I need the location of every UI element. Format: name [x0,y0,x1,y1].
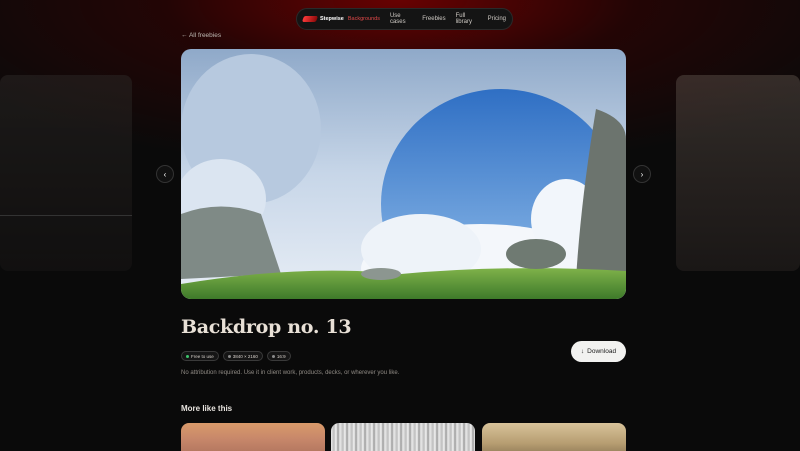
backdrop-preview-image [181,49,626,299]
cloud-arch-landscape [181,49,626,299]
brand-sub: Backgrounds [347,16,380,22]
next-backdrop-preview[interactable] [676,75,800,271]
preview-divider [0,215,132,216]
previous-backdrop-preview[interactable] [0,75,132,271]
tag-resolution: 3840 × 2160 [222,351,263,361]
more-like-this-heading: More like this [181,404,233,413]
related-backdrop-thumbnail[interactable] [181,423,325,451]
brand-logo[interactable]: Stepwise Backgrounds [301,16,380,22]
related-backdrop-thumbnail[interactable] [331,423,475,451]
download-label: Download [587,348,617,355]
download-button[interactable]: ↓ Download [571,341,626,362]
backdrop-description: No attribution required. Use it in clien… [181,370,400,376]
previous-arrow-button[interactable]: ‹ [156,165,174,183]
back-to-freebies-link[interactable]: ← All freebies [181,32,221,39]
resolution-dot [227,354,231,358]
backdrop-tags: Free to use 3840 × 2160 16:9 [181,351,291,361]
brand-name: Stepwise [320,16,344,22]
tag-aspect-ratio-label: 16:9 [276,353,286,359]
tag-resolution-label: 3840 × 2160 [232,353,258,359]
nav-link-use-cases[interactable]: Use cases [390,13,412,25]
backdrop-title: Backdrop no. 13 [181,316,352,338]
download-icon: ↓ [580,348,585,355]
top-nav: Stepwise Backgrounds Use cases Freebies … [296,8,513,30]
next-arrow-button[interactable]: › [633,165,651,183]
brand-mark-icon [301,16,319,22]
tag-aspect-ratio: 16:9 [266,351,291,361]
nav-link-freebies[interactable]: Freebies [422,16,445,22]
related-backdrop-thumbnail[interactable] [482,423,626,451]
license-status-dot [186,354,189,358]
tag-license: Free to use [181,351,219,361]
tag-license-label: Free to use [191,353,214,359]
nav-link-pricing[interactable]: Pricing [488,16,506,22]
nav-link-full-library[interactable]: Full library [456,13,478,25]
aspect-ratio-dot [271,354,275,358]
